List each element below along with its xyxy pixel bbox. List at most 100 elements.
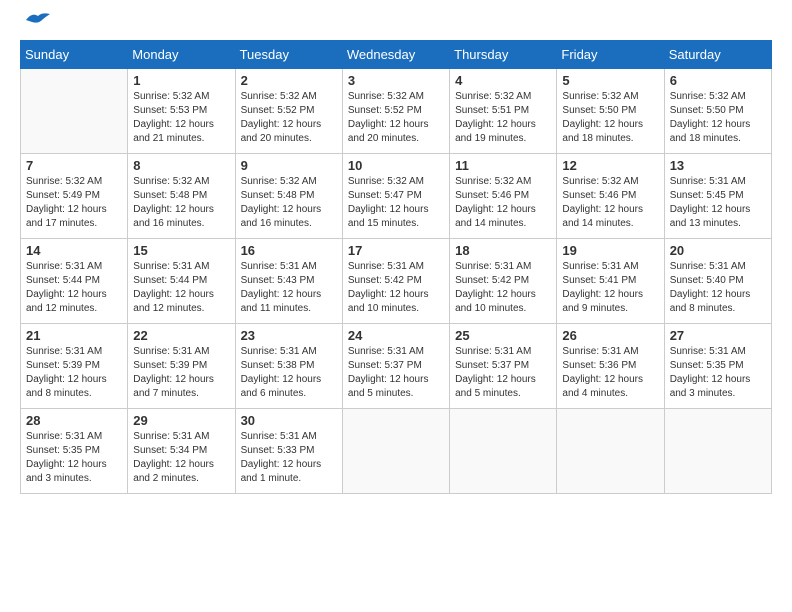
day-number: 18 [455, 243, 551, 258]
day-number: 24 [348, 328, 444, 343]
calendar-cell: 6Sunrise: 5:32 AM Sunset: 5:50 PM Daylig… [664, 69, 771, 154]
logo [20, 20, 52, 30]
calendar-table: SundayMondayTuesdayWednesdayThursdayFrid… [20, 40, 772, 494]
day-number: 20 [670, 243, 766, 258]
day-number: 30 [241, 413, 337, 428]
calendar-cell: 2 Sunrise: 5:32 AM Sunset: 5:52 PM Daylig… [235, 69, 342, 154]
day-number: 14 [26, 243, 122, 258]
day-info: Sunrise: 5:32 AM Sunset: 5:49 PM Dayligh… [26, 175, 122, 231]
calendar-cell: 29 Sunrise: 5:31 AM Sunset: 5:34 PM Dayli… [128, 409, 235, 494]
calendar-cell [21, 69, 128, 154]
logo-bird-icon [24, 10, 52, 30]
calendar-cell: 9Sunrise: 5:32 AM Sunset: 5:48 PM Daylig… [235, 154, 342, 239]
day-info: Sunrise: 5:32 AM Sunset: 5:52 PM Dayligh… [241, 90, 337, 146]
calendar-cell: 18 Sunrise: 5:31 AM Sunset: 5:42 PM Dayli… [450, 239, 557, 324]
day-number: 29 [133, 413, 229, 428]
day-info: Sunrise: 5:32 AM Sunset: 5:51 PM Dayligh… [455, 90, 551, 146]
calendar-cell: 8Sunrise: 5:32 AM Sunset: 5:48 PM Daylig… [128, 154, 235, 239]
calendar-week-row: 7 Sunrise: 5:32 AM Sunset: 5:49 PM Daylig… [21, 154, 772, 239]
calendar-cell: 17 Sunrise: 5:31 AM Sunset: 5:42 PM Dayli… [342, 239, 449, 324]
calendar-cell: 30 Sunrise: 5:31 AM Sunset: 5:33 PM Dayli… [235, 409, 342, 494]
calendar-cell: 15 Sunrise: 5:31 AM Sunset: 5:44 PM Dayli… [128, 239, 235, 324]
day-number: 9 [241, 158, 337, 173]
calendar-cell [450, 409, 557, 494]
day-number: 21 [26, 328, 122, 343]
calendar-week-row: 1 Sunrise: 5:32 AM Sunset: 5:53 PM Daylig… [21, 69, 772, 154]
day-number: 3 [348, 73, 444, 88]
day-number: 16 [241, 243, 337, 258]
day-number: 26 [562, 328, 658, 343]
day-number: 15 [133, 243, 229, 258]
day-info: Sunrise: 5:32 AM Sunset: 5:53 PM Dayligh… [133, 90, 229, 146]
day-info: Sunrise: 5:31 AM Sunset: 5:35 PM Dayligh… [26, 430, 122, 486]
day-info: Sunrise: 5:32 AM Sunset: 5:46 PM Dayligh… [562, 175, 658, 231]
day-info: Sunrise: 5:32 AM Sunset: 5:52 PM Dayligh… [348, 90, 444, 146]
day-info: Sunrise: 5:31 AM Sunset: 5:37 PM Dayligh… [348, 345, 444, 401]
weekday-header-wednesday: Wednesday [342, 41, 449, 69]
day-number: 17 [348, 243, 444, 258]
calendar-cell: 13 Sunrise: 5:31 AM Sunset: 5:45 PM Dayli… [664, 154, 771, 239]
page-header [20, 20, 772, 30]
weekday-header-friday: Friday [557, 41, 664, 69]
day-info: Sunrise: 5:31 AM Sunset: 5:44 PM Dayligh… [26, 260, 122, 316]
day-number: 2 [241, 73, 337, 88]
calendar-cell: 7 Sunrise: 5:32 AM Sunset: 5:49 PM Daylig… [21, 154, 128, 239]
day-info: Sunrise: 5:31 AM Sunset: 5:43 PM Dayligh… [241, 260, 337, 316]
calendar-week-row: 28 Sunrise: 5:31 AM Sunset: 5:35 PM Dayli… [21, 409, 772, 494]
calendar-cell: 1 Sunrise: 5:32 AM Sunset: 5:53 PM Daylig… [128, 69, 235, 154]
day-info: Sunrise: 5:31 AM Sunset: 5:42 PM Dayligh… [348, 260, 444, 316]
weekday-header-sunday: Sunday [21, 41, 128, 69]
calendar-cell [342, 409, 449, 494]
calendar-cell: 27 Sunrise: 5:31 AM Sunset: 5:35 PM Dayli… [664, 324, 771, 409]
calendar-cell: 24 Sunrise: 5:31 AM Sunset: 5:37 PM Dayli… [342, 324, 449, 409]
day-info: Sunrise: 5:31 AM Sunset: 5:33 PM Dayligh… [241, 430, 337, 486]
calendar-cell: 26 Sunrise: 5:31 AM Sunset: 5:36 PM Dayli… [557, 324, 664, 409]
day-number: 22 [133, 328, 229, 343]
calendar-cell: 11 Sunrise: 5:32 AM Sunset: 5:46 PM Dayli… [450, 154, 557, 239]
weekday-header-tuesday: Tuesday [235, 41, 342, 69]
calendar-cell: 19Sunrise: 5:31 AM Sunset: 5:41 PM Dayli… [557, 239, 664, 324]
calendar-cell: 12Sunrise: 5:32 AM Sunset: 5:46 PM Dayli… [557, 154, 664, 239]
day-info: Sunrise: 5:31 AM Sunset: 5:38 PM Dayligh… [241, 345, 337, 401]
day-info: Sunrise: 5:31 AM Sunset: 5:45 PM Dayligh… [670, 175, 766, 231]
day-number: 28 [26, 413, 122, 428]
day-info: Sunrise: 5:32 AM Sunset: 5:50 PM Dayligh… [670, 90, 766, 146]
day-info: Sunrise: 5:31 AM Sunset: 5:42 PM Dayligh… [455, 260, 551, 316]
calendar-cell: 4Sunrise: 5:32 AM Sunset: 5:51 PM Daylig… [450, 69, 557, 154]
weekday-header-row: SundayMondayTuesdayWednesdayThursdayFrid… [21, 41, 772, 69]
day-info: Sunrise: 5:31 AM Sunset: 5:37 PM Dayligh… [455, 345, 551, 401]
calendar-cell: 20 Sunrise: 5:31 AM Sunset: 5:40 PM Dayli… [664, 239, 771, 324]
calendar-cell [664, 409, 771, 494]
calendar-cell: 22Sunrise: 5:31 AM Sunset: 5:39 PM Dayli… [128, 324, 235, 409]
day-number: 7 [26, 158, 122, 173]
day-number: 25 [455, 328, 551, 343]
day-info: Sunrise: 5:31 AM Sunset: 5:34 PM Dayligh… [133, 430, 229, 486]
calendar-cell [557, 409, 664, 494]
day-number: 10 [348, 158, 444, 173]
calendar-cell: 25 Sunrise: 5:31 AM Sunset: 5:37 PM Dayli… [450, 324, 557, 409]
calendar-cell: 21 Sunrise: 5:31 AM Sunset: 5:39 PM Dayli… [21, 324, 128, 409]
day-number: 11 [455, 158, 551, 173]
day-number: 13 [670, 158, 766, 173]
day-info: Sunrise: 5:31 AM Sunset: 5:36 PM Dayligh… [562, 345, 658, 401]
day-info: Sunrise: 5:31 AM Sunset: 5:35 PM Dayligh… [670, 345, 766, 401]
day-number: 1 [133, 73, 229, 88]
day-info: Sunrise: 5:31 AM Sunset: 5:44 PM Dayligh… [133, 260, 229, 316]
day-info: Sunrise: 5:31 AM Sunset: 5:39 PM Dayligh… [26, 345, 122, 401]
calendar-cell: 16 Sunrise: 5:31 AM Sunset: 5:43 PM Dayli… [235, 239, 342, 324]
calendar-cell: 23 Sunrise: 5:31 AM Sunset: 5:38 PM Dayli… [235, 324, 342, 409]
day-info: Sunrise: 5:31 AM Sunset: 5:41 PM Dayligh… [562, 260, 658, 316]
calendar-week-row: 14 Sunrise: 5:31 AM Sunset: 5:44 PM Dayli… [21, 239, 772, 324]
calendar-cell: 10 Sunrise: 5:32 AM Sunset: 5:47 PM Dayli… [342, 154, 449, 239]
day-info: Sunrise: 5:32 AM Sunset: 5:47 PM Dayligh… [348, 175, 444, 231]
calendar-week-row: 21 Sunrise: 5:31 AM Sunset: 5:39 PM Dayli… [21, 324, 772, 409]
day-number: 8 [133, 158, 229, 173]
day-info: Sunrise: 5:31 AM Sunset: 5:40 PM Dayligh… [670, 260, 766, 316]
day-number: 23 [241, 328, 337, 343]
weekday-header-monday: Monday [128, 41, 235, 69]
weekday-header-thursday: Thursday [450, 41, 557, 69]
weekday-header-saturday: Saturday [664, 41, 771, 69]
day-number: 27 [670, 328, 766, 343]
day-number: 5 [562, 73, 658, 88]
day-info: Sunrise: 5:32 AM Sunset: 5:46 PM Dayligh… [455, 175, 551, 231]
